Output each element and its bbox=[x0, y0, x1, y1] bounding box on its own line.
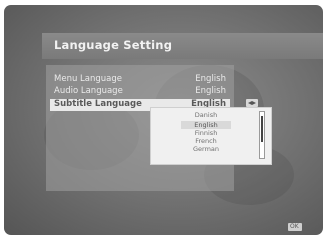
dropdown-option-french[interactable]: French bbox=[181, 137, 231, 145]
menu-item-menu-language[interactable]: Menu Language English bbox=[54, 74, 230, 86]
title-bar: Language Setting bbox=[42, 33, 323, 59]
dropdown-option-danish[interactable]: Danish bbox=[181, 111, 231, 119]
menu-item-value: English bbox=[195, 86, 226, 96]
menu-item-audio-language[interactable]: Audio Language English bbox=[54, 86, 230, 98]
left-right-arrows-icon[interactable] bbox=[246, 99, 258, 107]
scrollbar-thumb[interactable] bbox=[261, 116, 263, 142]
dropdown-option-german[interactable]: German bbox=[181, 145, 231, 153]
dropdown-scrollbar[interactable] bbox=[259, 111, 265, 159]
menu-item-label: Subtitle Language bbox=[54, 99, 142, 109]
dropdown-option-english[interactable]: English bbox=[181, 121, 231, 129]
ok-button[interactable]: OK bbox=[288, 223, 302, 231]
page-title: Language Setting bbox=[54, 38, 173, 52]
ok-label: OK bbox=[290, 223, 299, 230]
menu-item-value: English bbox=[195, 74, 226, 84]
language-dropdown[interactable]: Danish English Finnish French German bbox=[150, 107, 272, 165]
menu-item-label: Audio Language bbox=[54, 86, 123, 96]
menu-item-label: Menu Language bbox=[54, 74, 122, 84]
tv-screen: Language Setting Menu Language English A… bbox=[4, 5, 323, 235]
dropdown-option-finnish[interactable]: Finnish bbox=[181, 129, 231, 137]
